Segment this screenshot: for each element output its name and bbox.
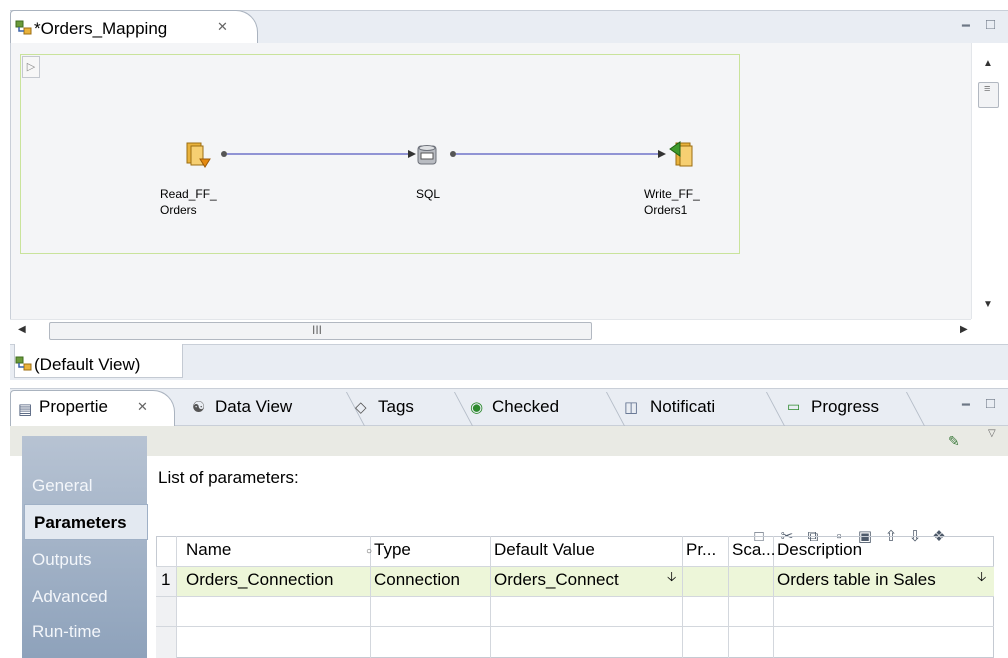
close-tab-icon[interactable]: ✕	[137, 399, 148, 415]
nav-run-time[interactable]: Run-time	[32, 622, 101, 642]
scroll-up-icon[interactable]: ▲	[983, 58, 993, 69]
sql-node[interactable]	[416, 143, 438, 172]
row-divider	[156, 626, 994, 627]
cell-description[interactable]: Orders table in Sales	[777, 570, 936, 590]
row-number: 1	[161, 570, 171, 589]
tab-checked-label: Checked	[492, 397, 560, 416]
sql-label: SQL	[416, 187, 441, 201]
default-view-label: (Default View)	[34, 355, 141, 374]
nav-general[interactable]: General	[32, 476, 92, 496]
column-header-precision[interactable]: Pr...	[686, 540, 716, 560]
column-divider	[490, 536, 491, 658]
tab-progress-label: Progress	[811, 397, 880, 416]
read-ff-orders-label: Read_FF_ Orders	[160, 187, 217, 217]
cell-default-value[interactable]: Orders_Connect	[494, 570, 619, 590]
view-menu-icon[interactable]: ▽	[988, 428, 996, 439]
cell-name[interactable]: Orders_Connection	[186, 570, 333, 590]
mapping-links	[221, 150, 666, 158]
tag-icon: ◇	[355, 399, 367, 416]
tab-tags-label: Tags	[378, 397, 414, 416]
scroll-right-icon[interactable]: ▶	[960, 324, 968, 335]
write-ff-orders1-node[interactable]	[668, 139, 698, 174]
progress-icon: ▭	[787, 398, 801, 414]
column-divider	[682, 536, 683, 658]
parameters-list-title: List of parameters:	[158, 468, 299, 487]
notification-icon: ◫	[624, 399, 639, 416]
target-file-icon	[669, 141, 693, 167]
pin-icon[interactable]: ✎	[948, 433, 960, 450]
column-divider	[176, 536, 177, 658]
grip-icon: ≡	[984, 83, 991, 95]
column-header-name[interactable]: Name	[186, 540, 231, 560]
source-file-icon	[186, 142, 211, 168]
grip-icon: III	[312, 323, 323, 337]
write-ff-orders1-label: Write_FF_ Orders1	[644, 187, 700, 217]
read-ff-orders-node[interactable]	[184, 141, 214, 174]
description-dropdown-icon[interactable]: 🡣	[977, 568, 986, 590]
column-divider	[728, 536, 729, 658]
properties-toolbar	[10, 426, 1008, 456]
column-header-description[interactable]: Description	[777, 540, 862, 560]
properties-icon: ▤	[18, 401, 33, 418]
checked-icon: ◉	[470, 399, 484, 416]
column-header-type[interactable]: Type	[374, 540, 411, 560]
row-divider	[156, 566, 994, 567]
data-view-icon: ☯	[192, 399, 206, 416]
scroll-left-icon[interactable]: ◀	[18, 324, 26, 335]
nav-parameters[interactable]: Parameters	[34, 513, 127, 533]
tab-notifications-label: Notificati	[650, 397, 716, 416]
nav-advanced[interactable]: Advanced	[32, 587, 108, 607]
sort-indicator-icon: ○	[366, 546, 373, 557]
minimize-icon[interactable]: ━	[962, 397, 970, 413]
sql-database-icon	[417, 145, 437, 165]
scroll-down-icon[interactable]: ▼	[983, 299, 993, 310]
maximize-icon[interactable]: □	[986, 395, 995, 412]
tab-data-view-label: Data View	[215, 397, 293, 416]
column-header-scale[interactable]: Sca...	[732, 540, 775, 560]
tab-properties-label: Propertie	[39, 397, 108, 416]
column-header-default-value[interactable]: Default Value	[494, 540, 595, 560]
mapping-icon	[15, 355, 33, 378]
row-divider	[156, 596, 994, 597]
default-value-dropdown-icon[interactable]: 🡣	[667, 568, 676, 590]
nav-outputs[interactable]: Outputs	[32, 550, 92, 570]
cell-type[interactable]: Connection	[374, 570, 460, 590]
